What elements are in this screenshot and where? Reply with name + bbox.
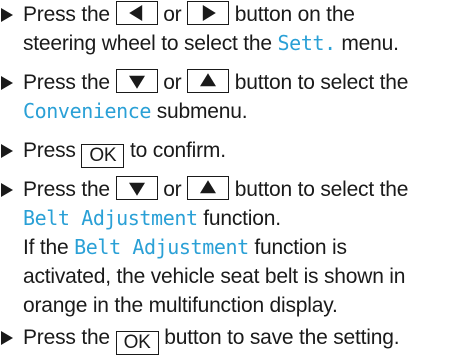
step-save-setting: Press the OK button to save the setting. xyxy=(0,323,461,355)
function-name-belt-adjustment: Belt Adjustment xyxy=(23,206,198,230)
text-line: steering wheel to select the Sett. menu. xyxy=(23,29,461,58)
ok-button-key: OK xyxy=(81,144,125,168)
arrow-right-icon xyxy=(202,5,216,21)
up-button-key xyxy=(187,69,230,93)
step-text: Press the or button on the steering whee… xyxy=(23,0,461,58)
ok-button-key: OK xyxy=(115,331,159,355)
text-run: or xyxy=(163,178,182,201)
text-run: menu. xyxy=(341,32,399,55)
down-button-key xyxy=(115,69,158,93)
text-line: Press the or button to select the xyxy=(23,175,461,204)
arrow-up-icon xyxy=(200,73,217,87)
bullet-triangle-icon xyxy=(1,183,13,197)
right-button-key xyxy=(187,1,230,25)
instruction-page: Press the or button on the steering whee… xyxy=(0,0,463,357)
text-run: Press xyxy=(23,139,76,162)
text-run: Press the xyxy=(23,326,110,349)
text-run: to confirm. xyxy=(130,139,226,162)
step-select-belt-adjustment: Press the or button to select the Belt A… xyxy=(0,175,461,320)
step-text: Press the or button to select the Conven… xyxy=(23,68,461,126)
arrow-down-icon xyxy=(128,75,145,89)
bullet-triangle-icon xyxy=(1,144,13,158)
up-button-key xyxy=(187,176,230,200)
arrow-left-icon xyxy=(128,5,142,21)
menu-name-settings: Sett. xyxy=(277,31,337,55)
text-run: button to select the xyxy=(234,71,409,94)
text-run: steering wheel to select the xyxy=(23,32,272,55)
text-line: If the Belt Adjustment function is xyxy=(23,233,461,262)
arrow-down-icon xyxy=(128,182,145,196)
text-run: or xyxy=(163,3,182,26)
step-select-convenience-submenu: Press the or button to select the Conven… xyxy=(0,68,461,126)
text-line: activated, the vehicle seat belt is show… xyxy=(23,265,406,288)
text-line: orange in the multifunction display. xyxy=(23,294,338,317)
left-button-key xyxy=(115,1,158,25)
down-button-key xyxy=(115,176,158,200)
text-run: button to save the setting. xyxy=(164,326,400,349)
text-line: Press the or button on the xyxy=(23,0,461,29)
step-text: Press the or button to select the Belt A… xyxy=(23,175,461,320)
text-line: Convenience submenu. xyxy=(23,97,461,126)
step-select-settings-menu: Press the or button on the steering whee… xyxy=(0,0,461,58)
text-run: button on the xyxy=(234,3,355,26)
text-line: Belt Adjustment function. xyxy=(23,204,461,233)
text-line: Press OK to confirm. xyxy=(23,136,461,168)
text-run: or xyxy=(163,71,182,94)
text-run: function. xyxy=(203,207,281,230)
bullet-triangle-icon xyxy=(1,76,13,90)
text-run: If the xyxy=(23,236,69,259)
bullet-triangle-icon xyxy=(1,8,13,22)
text-run: Press the xyxy=(23,71,110,94)
text-run: function is xyxy=(254,236,347,259)
text-run: submenu. xyxy=(156,100,248,123)
text-run: Press the xyxy=(23,3,110,26)
step-text: Press the OK button to save the setting. xyxy=(23,323,461,355)
text-run: button to select the xyxy=(234,178,409,201)
text-run: Press the xyxy=(23,178,110,201)
step-confirm: Press OK to confirm. xyxy=(0,136,461,168)
arrow-up-icon xyxy=(200,180,217,194)
bullet-triangle-icon xyxy=(1,331,13,345)
text-line: Press the OK button to save the setting. xyxy=(23,323,461,355)
function-name-belt-adjustment: Belt Adjustment xyxy=(74,235,249,259)
step-text: Press OK to confirm. xyxy=(23,136,461,168)
text-line: Press the or button to select the xyxy=(23,68,461,97)
submenu-name-convenience: Convenience xyxy=(23,99,152,123)
